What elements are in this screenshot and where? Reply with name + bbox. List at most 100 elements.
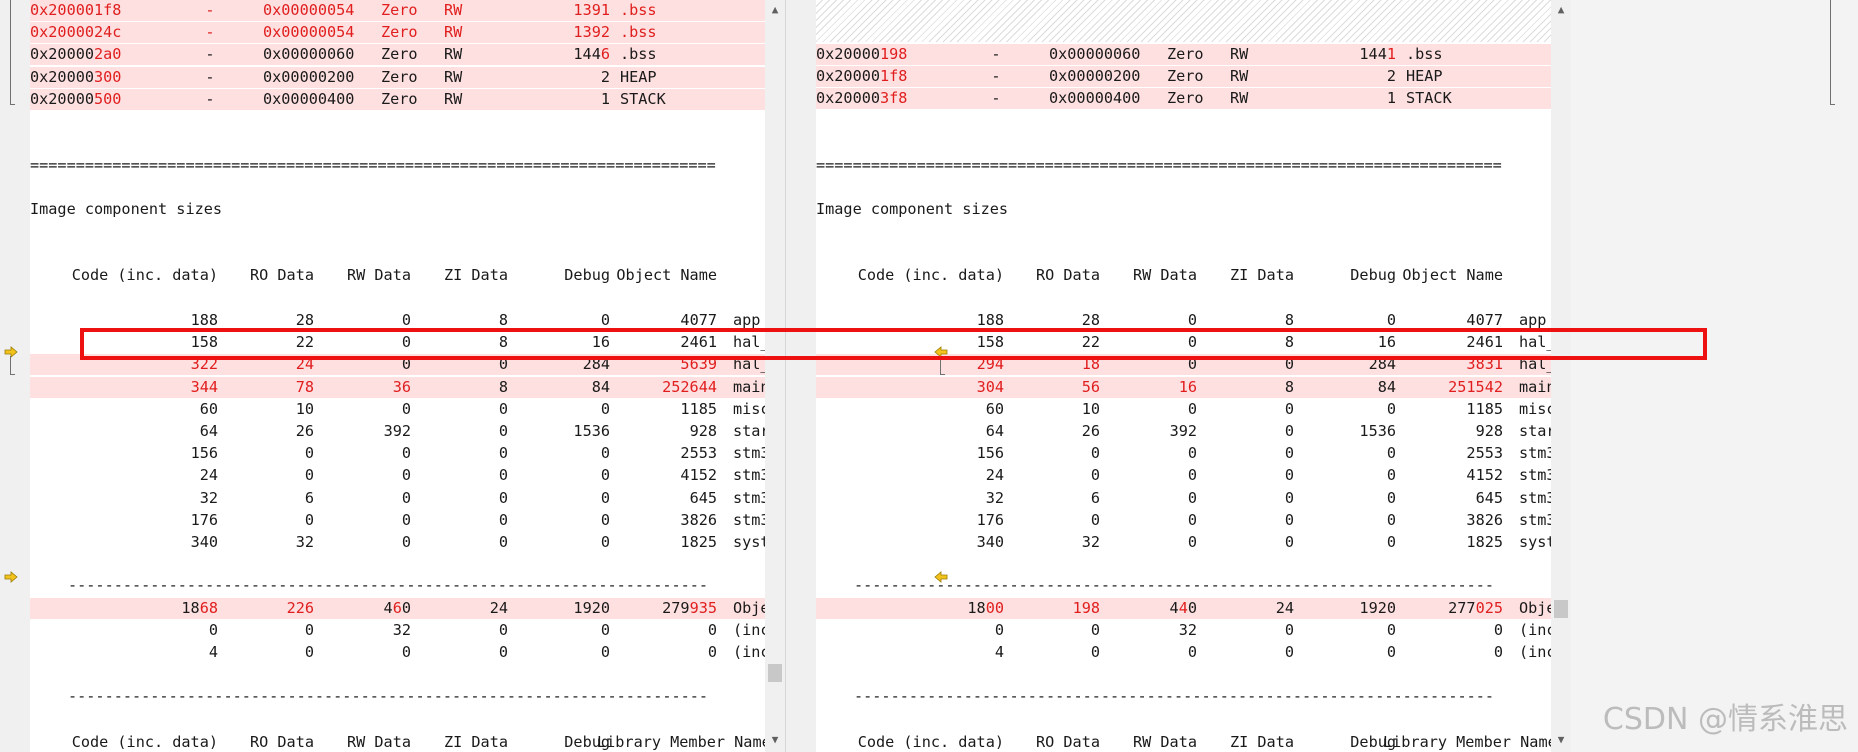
cell-text: startup_stm32f40_41xxx.o	[1519, 422, 1551, 440]
section-heading[interactable]: Image component sizes	[816, 199, 1551, 220]
object-name-cell: stm32f4xx_rcc.o	[733, 488, 765, 509]
cell-text: Zero	[381, 89, 418, 108]
size-cell: 0	[1276, 465, 1396, 486]
chevron-down-icon[interactable]: ▼	[765, 732, 785, 748]
object-name-cell: misc.o	[733, 399, 765, 420]
separator-line[interactable]: ========================================…	[816, 155, 1551, 176]
cell-text: RW	[1230, 67, 1249, 86]
cell-text: stm32f4xx_it.o	[733, 466, 765, 485]
right-scrollbar-thumb[interactable]	[1554, 600, 1568, 618]
object-row[interactable]: 2400004152stm32f4xx_it.o	[816, 465, 1551, 486]
totals-row[interactable]: 0032000(incl. Generated)	[30, 620, 765, 641]
object-name-cell: stm32f4xx_gpio.o	[1519, 443, 1551, 464]
size-cell: 3826	[1383, 510, 1503, 531]
object-row[interactable]: 642639201536928startup_stm32f40_41xxx.o	[816, 421, 1551, 442]
dash-separator[interactable]: ----------------------------------------…	[816, 575, 1551, 596]
size-cell: 0	[490, 465, 610, 486]
section-row[interactable]: 0x20000300-0x00000200ZeroRW2HEAPstartup_	[30, 66, 765, 88]
totals-row[interactable]: 400000(incl. Padding)	[816, 642, 1551, 663]
chevron-up-icon[interactable]: ▲	[765, 2, 785, 18]
section-row[interactable]: 0x200003f8-0x00000400ZeroRW1STACKstartup…	[816, 88, 1551, 110]
object-row[interactable]: 3447836884252644main.o	[30, 376, 765, 398]
cell-text: Zero	[1167, 45, 1204, 63]
cell-text: Object Totals	[733, 599, 765, 617]
left-diff-pane[interactable]: 0x200001f8-0x00000054ZeroRW1391.bssc_w.l…	[30, 0, 765, 752]
cell-text: 1	[1386, 89, 1396, 108]
section-row[interactable]: 0x200002a0-0x00000060ZeroRW1446.bssc_w.l…	[30, 44, 765, 66]
size-cell: 645	[1383, 488, 1503, 509]
dash-text: ----------------------------------------…	[854, 687, 1495, 705]
section-sec-cell: HEAP	[620, 67, 710, 88]
object-name-cell: Object Totals	[1519, 598, 1551, 619]
cell-text: stm32f4xx_usart.o	[733, 510, 765, 529]
size-cell: 1185	[597, 399, 717, 420]
object-name-cell: system_stm32f4xx.o	[733, 532, 765, 553]
cell-text: system_stm32f4xx.o	[1519, 533, 1551, 551]
separator-line[interactable]: ========================================…	[30, 155, 765, 176]
section-row[interactable]: 0x20000500-0x00000400ZeroRW1STACKstartup…	[30, 88, 765, 110]
cell-text: 0	[1493, 621, 1503, 640]
table-header[interactable]: Code (inc. data) RO Data RW Data ZI Data Deb…	[816, 265, 1551, 286]
totals-row[interactable]: 400000(incl. Padding)	[30, 642, 765, 663]
left-vertical-scrollbar[interactable]: ▲ ▼	[765, 0, 785, 752]
totals-row[interactable]: 1800198440241920277025Object Totals	[816, 598, 1551, 619]
object-row[interactable]: 15600002553stm32f4xx_gpio.o	[816, 443, 1551, 464]
object-row[interactable]: 326000645stm32f4xx_rcc.o	[30, 488, 765, 509]
section-attr-cell: RW	[444, 67, 484, 88]
section-sec-cell: .bss	[620, 22, 710, 43]
object-row[interactable]: 60100001185misc.o	[816, 399, 1551, 420]
section-row[interactable]: 0x200001f8-0x00000054ZeroRW1391.bssc_w.l…	[30, 0, 765, 21]
cell-text: STACK	[620, 89, 666, 108]
object-row[interactable]: 340320001825system_stm32f4xx.o	[816, 532, 1551, 553]
cell-text: -	[205, 67, 215, 86]
section-sec-cell: .bss	[620, 0, 710, 21]
right-diff-pane[interactable]: 0x20000198-0x00000060ZeroRW1441.bssc_w.l…	[816, 0, 1551, 752]
section-row[interactable]: 0x2000024c-0x00000054ZeroRW1392.bssc_w.l…	[30, 22, 765, 44]
totals-row[interactable]: 0032000(incl. Generated)	[816, 620, 1551, 641]
arrow-left-icon[interactable]	[934, 571, 948, 583]
column-header: Debug	[564, 266, 610, 284]
size-cell: 0	[490, 399, 610, 420]
size-cell: 1536	[1276, 421, 1396, 442]
cell-text: stm32f4xx_rcc.o	[1519, 488, 1551, 507]
section-row[interactable]: 0x20000198-0x00000060ZeroRW1441.bssc_w.l…	[816, 44, 1551, 65]
object-row[interactable]: 3045616884251542main.o	[816, 376, 1551, 398]
dash-separator[interactable]: ----------------------------------------…	[30, 575, 765, 596]
object-row[interactable]: 17600003826stm32f4xx_usart.o	[816, 510, 1551, 531]
chevron-up-icon[interactable]: ▲	[1551, 2, 1571, 18]
section-title: Image component sizes	[816, 200, 1009, 218]
object-row[interactable]: 642639201536928startup_stm32f40_41xxx.o	[30, 421, 765, 442]
cell-text: RW	[444, 89, 463, 108]
dash-separator[interactable]: ----------------------------------------…	[816, 686, 1551, 707]
object-row[interactable]: 60100001185misc.o	[30, 399, 765, 420]
table-header[interactable]: Code (inc. data) RO Data RW Data ZI Data Deb…	[30, 265, 765, 286]
object-name-cell: (incl. Padding)	[733, 642, 765, 663]
table-header[interactable]: Code (inc. data) RO Data RW Data ZI Data Deb…	[30, 732, 765, 752]
object-row[interactable]: 2400004152stm32f4xx_it.o	[30, 465, 765, 486]
section-row[interactable]: 0x200001f8-0x00000200ZeroRW2HEAPstartup_	[816, 66, 1551, 88]
cell-text: stm32f4xx_rcc.o	[733, 488, 765, 507]
object-row[interactable]: 340320001825system_stm32f4xx.o	[30, 532, 765, 553]
size-cell: 0	[1276, 510, 1396, 531]
section-attr-cell: RW	[1230, 88, 1270, 109]
size-cell: 1536	[490, 421, 610, 442]
right-vertical-scrollbar[interactable]: ▲ ▼	[1551, 0, 1571, 752]
object-row[interactable]: 17600003826stm32f4xx_usart.o	[30, 510, 765, 531]
cell-text: 935	[689, 599, 717, 617]
cell-text: 4152	[1466, 466, 1503, 485]
object-row[interactable]: 326000645stm32f4xx_rcc.o	[816, 488, 1551, 509]
section-heading[interactable]: Image component sizes	[30, 199, 765, 220]
left-scrollbar-thumb[interactable]	[768, 664, 782, 682]
cell-text: app_multi_timer.o	[1519, 311, 1551, 329]
arrow-right-icon[interactable]	[4, 571, 18, 583]
object-name-cell: main.o	[1519, 377, 1551, 398]
cell-text: RW	[1230, 89, 1249, 108]
totals-row[interactable]: 1868226460241920279935Object Totals	[30, 598, 765, 619]
section-dash-cell: -	[190, 22, 230, 43]
object-row[interactable]: 15600002553stm32f4xx_gpio.o	[30, 443, 765, 464]
table-header[interactable]: Code (inc. data) RO Data RW Data ZI Data Deb…	[816, 732, 1551, 752]
cell-text: 251542	[1448, 377, 1503, 396]
section-idx-cell: 1	[530, 89, 610, 110]
dash-separator[interactable]: ----------------------------------------…	[30, 686, 765, 707]
chevron-down-icon[interactable]: ▼	[1551, 732, 1571, 748]
